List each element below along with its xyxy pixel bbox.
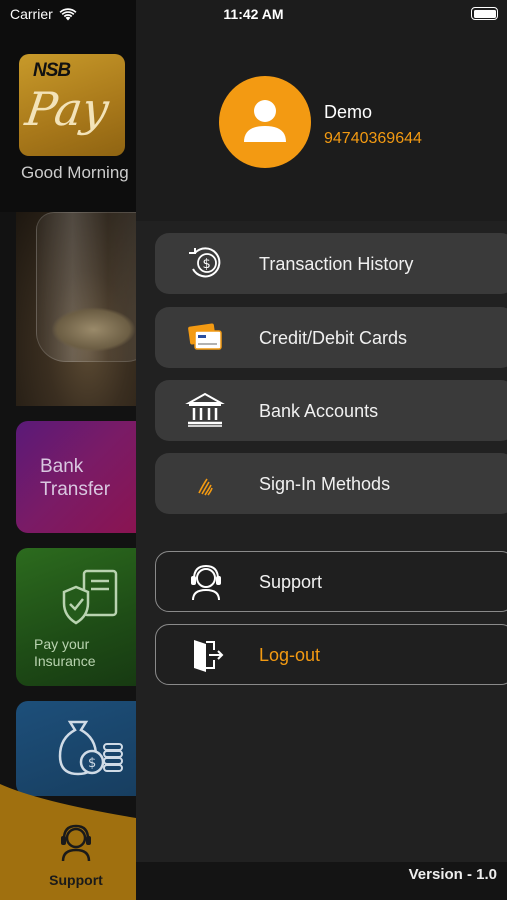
- menu-item-cards[interactable]: Credit/Debit Cards: [155, 307, 507, 368]
- user-avatar[interactable]: [219, 76, 311, 168]
- bank-building-icon: [185, 392, 225, 427]
- profile-header: Demo 94740369644: [136, 0, 507, 220]
- status-bar: Carrier 11:42 AM: [0, 0, 507, 28]
- dollar-history-icon: $: [189, 247, 221, 278]
- support-label: Support: [259, 572, 323, 592]
- fingerprint-icon: [198, 478, 213, 496]
- logout-button[interactable]: Log-out: [155, 624, 507, 685]
- user-name: Demo: [324, 102, 373, 122]
- coins-image: [51, 307, 136, 352]
- logo-top-text: NSB: [33, 60, 71, 81]
- app-version: Version - 1.0: [408, 866, 497, 883]
- door-exit-icon: [194, 640, 224, 672]
- nsb-pay-logo: NSB Pay: [19, 54, 125, 156]
- logout-label: Log-out: [259, 645, 321, 665]
- drawer-footer: Version - 1.0: [136, 862, 507, 900]
- user-phone-number: 94740369644: [324, 130, 422, 147]
- menu-label: Credit/Debit Cards: [259, 328, 408, 348]
- support-button[interactable]: Support: [155, 551, 507, 612]
- credit-card-icon: [188, 323, 222, 350]
- home-header: NSB Pay Good Morning: [0, 0, 136, 212]
- menu-item-transaction-history[interactable]: $ Transaction History: [155, 233, 507, 294]
- support-tab-label: Support: [49, 872, 103, 888]
- headset-icon: [191, 564, 221, 601]
- side-drawer: Demo 94740369644 $ Transaction History C…: [136, 0, 507, 900]
- user-icon: [244, 100, 286, 142]
- menu-item-bank-accounts[interactable]: Bank Accounts: [155, 380, 507, 441]
- headset-icon: [61, 824, 91, 862]
- svg-text:$: $: [203, 257, 211, 272]
- menu-label: Bank Accounts: [259, 401, 379, 421]
- menu-item-sign-in-methods[interactable]: Sign-In Methods: [155, 453, 507, 514]
- insurance-tile[interactable]: Pay your Insurance: [16, 548, 136, 686]
- logo-main-text: Pay: [22, 82, 113, 136]
- clock: 11:42 AM: [223, 6, 284, 22]
- menu-label: Sign-In Methods: [259, 474, 391, 494]
- insurance-shield-icon: [62, 569, 118, 625]
- svg-text:$: $: [88, 756, 96, 771]
- menu-label: Transaction History: [259, 254, 414, 274]
- money-bag-icon: $: [58, 720, 123, 776]
- battery-icon: [471, 7, 498, 20]
- background-home-screen: NSB Pay Good Morning Bank Transfer Pay y…: [0, 0, 136, 900]
- support-bottom-tab[interactable]: Support: [0, 784, 136, 900]
- payments-tile[interactable]: $: [16, 701, 136, 796]
- greeting-text: Good Morning: [21, 163, 129, 182]
- bank-transfer-tile[interactable]: Bank Transfer: [16, 421, 136, 533]
- drawer-menu: $ Transaction History Credit/Debit Cards: [136, 221, 507, 862]
- bank-transfer-label: Bank Transfer: [40, 456, 111, 500]
- savings-jar-banner: [16, 212, 136, 406]
- insurance-label: Pay your Insurance: [34, 636, 96, 669]
